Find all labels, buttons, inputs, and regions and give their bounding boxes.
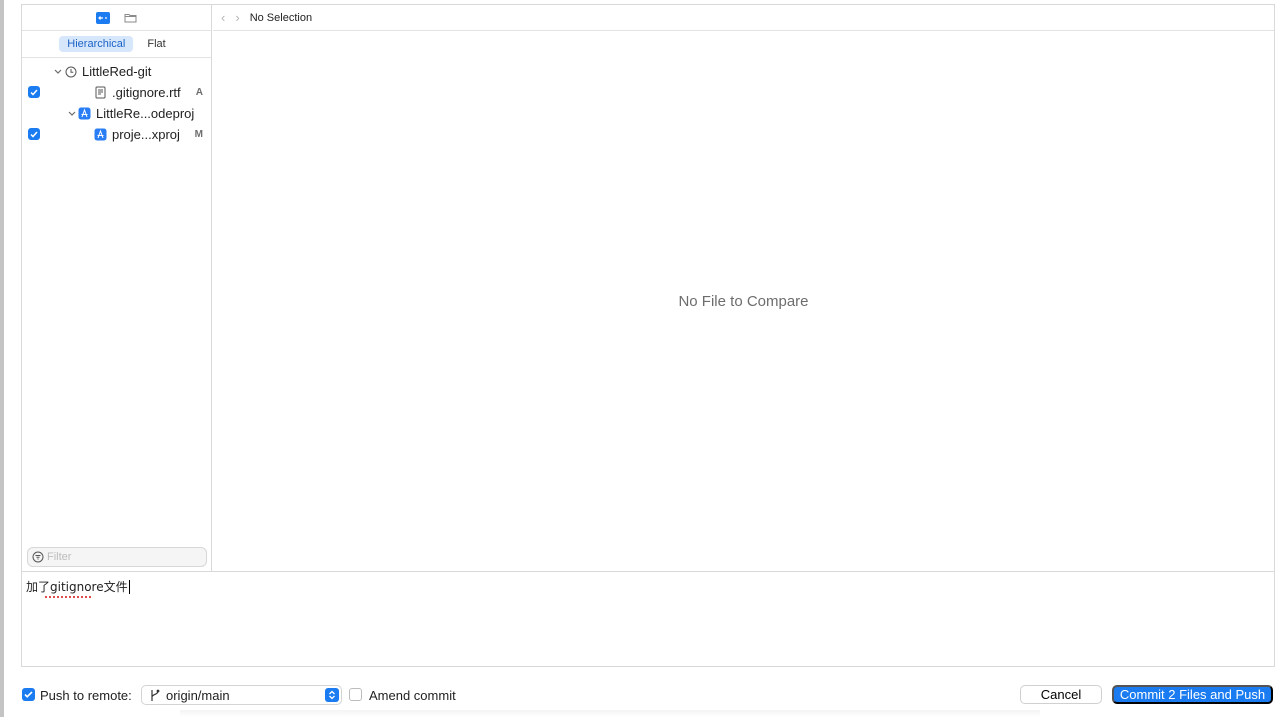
tree-item-pbxproj[interactable]: proje...xproj M: [22, 124, 211, 145]
filter-input[interactable]: [47, 551, 197, 563]
chevron-down-icon[interactable]: [52, 66, 64, 78]
status-badge-added: A: [195, 87, 203, 98]
tree-item-label: .gitignore.rtf: [112, 85, 181, 100]
tree-root-row[interactable]: LittleRed-git: [22, 61, 211, 82]
commit-message-editor[interactable]: 加了gitignore文件: [22, 571, 1274, 666]
folder-view-button[interactable]: [124, 12, 138, 24]
tree-root-label: LittleRed-git: [82, 64, 152, 79]
document-icon: [94, 86, 107, 99]
checkmark-icon: [30, 131, 38, 138]
xcode-project-icon: [94, 128, 107, 141]
remote-branch-select[interactable]: origin/main: [141, 685, 342, 705]
file-tree: LittleRed-git .gitignore.rtf A LittleRe.…: [22, 58, 211, 145]
tree-item-label: LittleRe...odeproj: [96, 106, 195, 121]
window-edge: [0, 0, 4, 717]
window-shadow: [180, 710, 1040, 717]
navigator-toolbar: [22, 5, 211, 31]
diff-area: ‹ › No Selection No File to Compare: [213, 5, 1274, 571]
filter-icon: [32, 551, 44, 563]
status-badge-modified: M: [194, 129, 203, 140]
select-chevrons-icon[interactable]: [325, 688, 339, 702]
tree-item-xcodeproj[interactable]: LittleRe...odeproj: [22, 103, 211, 124]
file-navigator: Hierarchical Flat LittleRed-git .gitigno…: [22, 5, 212, 571]
tree-item-gitignore[interactable]: .gitignore.rtf A: [22, 82, 211, 103]
include-file-checkbox[interactable]: [28, 128, 40, 140]
folder-icon: [124, 14, 137, 23]
changes-icon: [97, 15, 107, 20]
segment-flat[interactable]: Flat: [139, 36, 173, 52]
clock-icon: [64, 65, 77, 78]
spellcheck-underline: [45, 595, 91, 598]
changes-view-button[interactable]: [95, 11, 110, 24]
jump-bar: ‹ › No Selection: [213, 5, 1274, 31]
path-title: No Selection: [249, 11, 313, 24]
commit-and-push-button[interactable]: Commit 2 Files and Push: [1112, 685, 1273, 704]
checkmark-icon: [30, 89, 38, 96]
checkmark-icon: [24, 691, 33, 698]
branch-icon: [151, 689, 160, 701]
forward-arrow-icon[interactable]: ›: [235, 10, 239, 25]
segment-hierarchical[interactable]: Hierarchical: [59, 36, 134, 52]
branch-name: origin/main: [166, 687, 230, 703]
amend-commit-checkbox[interactable]: [349, 688, 362, 701]
tree-item-label: proje...xproj: [112, 127, 180, 142]
chevron-down-icon[interactable]: [66, 108, 78, 120]
cancel-button[interactable]: Cancel: [1020, 685, 1102, 704]
commit-options-bar: Push to remote: origin/main Amend commit…: [0, 680, 1280, 710]
xcode-project-icon: [78, 107, 91, 120]
filter-field[interactable]: [27, 547, 207, 567]
push-to-remote-checkbox[interactable]: [22, 688, 35, 701]
push-to-remote-label: Push to remote:: [40, 688, 132, 703]
commit-sheet: Hierarchical Flat LittleRed-git .gitigno…: [21, 4, 1275, 667]
include-file-checkbox[interactable]: [28, 86, 40, 98]
amend-commit-label: Amend commit: [369, 688, 456, 703]
commit-message-text: 加了gitignore文件: [26, 578, 128, 598]
text-caret: [128, 580, 130, 594]
view-mode-segmented-control: Hierarchical Flat: [22, 31, 211, 58]
empty-state-message: No File to Compare: [678, 293, 809, 310]
back-arrow-icon[interactable]: ‹: [221, 10, 225, 25]
